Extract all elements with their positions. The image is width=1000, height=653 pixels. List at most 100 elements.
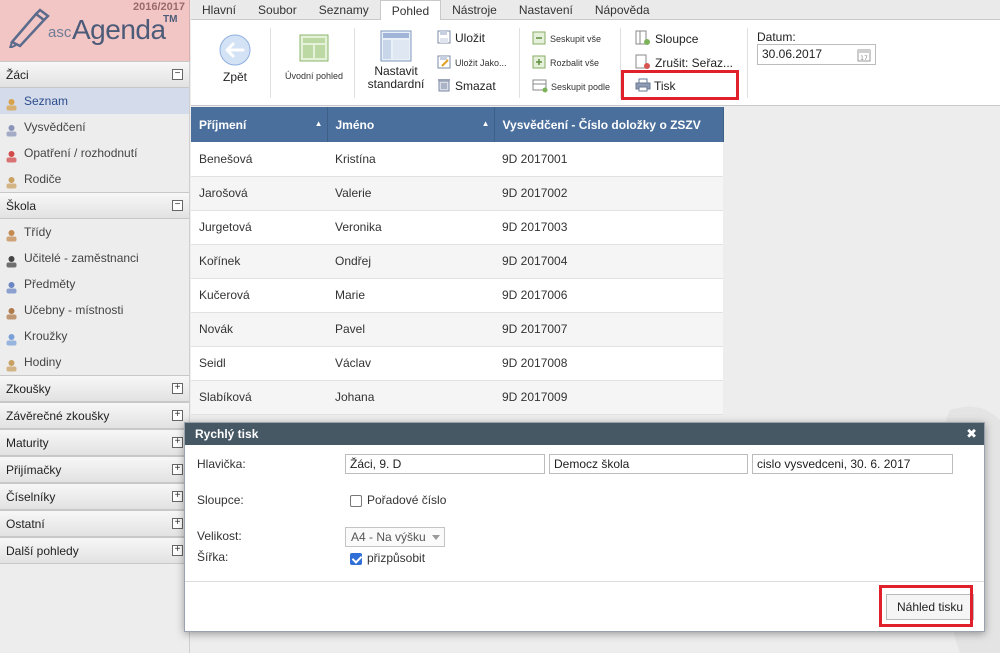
sidebar-item[interactable]: Opatření / rozhodnutí — [0, 140, 189, 166]
column-header-certificate[interactable]: Vysvědčení - Číslo doložky o ZSZV — [494, 107, 724, 142]
sidebar-item[interactable]: Učitelé - zaměstnanci — [0, 245, 189, 271]
table-cell: Pavel — [327, 312, 494, 347]
table-cell: 9D 2017003 — [494, 210, 723, 245]
chevron-down-icon — [432, 535, 440, 540]
expand-icon[interactable]: + — [172, 383, 183, 394]
expand-all-button[interactable]: Rozbalit vše — [532, 55, 599, 71]
column-header-surname[interactable]: Příjmení ▲ — [191, 107, 328, 142]
sidebar-section-3[interactable]: Závěrečné zkoušky + — [0, 402, 189, 429]
table-cell: Seidl — [191, 346, 327, 381]
sidebar-item[interactable]: Vysvědčení — [0, 114, 189, 140]
sidebar-section-1[interactable]: Škola − — [0, 192, 189, 219]
dialog-divider — [185, 581, 984, 582]
expand-icon[interactable]: + — [172, 437, 183, 448]
save-button[interactable]: Uložit — [437, 30, 485, 48]
sidebar-section-title: Další pohledy — [6, 544, 79, 558]
sort-asc-icon[interactable]: ▲ — [315, 119, 323, 128]
sidebar-section-8[interactable]: Další pohledy + — [0, 537, 189, 564]
menu-item-3[interactable]: Pohled — [379, 0, 442, 21]
sidebar-section-title: Závěrečné zkoušky — [6, 409, 110, 423]
calendar-icon[interactable]: 17 — [857, 48, 871, 62]
sidebar-item[interactable]: Hodiny — [0, 349, 189, 375]
sidebar-section-0[interactable]: Žáci − — [0, 61, 189, 88]
table-cell: Johana — [327, 380, 494, 415]
expand-icon[interactable]: + — [172, 491, 183, 502]
menu-item-4[interactable]: Nástroje — [441, 0, 508, 20]
sidebar-item-label: Předměty — [24, 277, 76, 291]
collapse-all-button[interactable]: Seskupit vše — [532, 31, 601, 47]
header-field-1[interactable]: Žáci, 9. D — [345, 454, 545, 474]
table-cell: Novák — [191, 312, 327, 347]
header-field-2[interactable]: Democz škola — [549, 454, 748, 474]
date-field[interactable]: 30.06.2017 17 — [757, 44, 876, 65]
close-icon[interactable]: ✖ — [966, 423, 977, 445]
column-header-firstname[interactable]: Jméno ▲ — [327, 107, 495, 142]
table-row[interactable]: Kučerová Marie 9D 2017006 — [191, 278, 723, 313]
table-cell: 9D 2017004 — [494, 244, 723, 279]
sidebar-section-5[interactable]: Přijímačky + — [0, 456, 189, 483]
table-row[interactable]: Kořínek Ondřej 9D 2017004 — [191, 244, 723, 279]
menu-item-1[interactable]: Soubor — [247, 0, 308, 20]
collapse-icon[interactable]: − — [172, 69, 183, 80]
sidebar-item[interactable]: Předměty — [0, 271, 189, 297]
sidebar-item[interactable]: Třídy — [0, 219, 189, 245]
sidebar-item[interactable]: Kroužky — [0, 323, 189, 349]
sidebar-section-6[interactable]: Číselníky + — [0, 483, 189, 510]
expand-icon[interactable]: + — [172, 545, 183, 556]
sidebar-section-7[interactable]: Ostatní + — [0, 510, 189, 537]
sidebar-item[interactable]: Rodiče — [0, 166, 189, 192]
page-size-select[interactable]: A4 - Na výšku — [345, 527, 445, 547]
sidebar-item[interactable]: Seznam — [0, 88, 189, 114]
arrow-left-icon — [219, 34, 251, 66]
save-as-button[interactable]: Uložit Jako... — [437, 55, 507, 73]
menu-item-6[interactable]: Nápověda — [584, 0, 661, 20]
collapse-icon[interactable]: − — [172, 200, 183, 211]
menu-item-5[interactable]: Nastavení — [508, 0, 584, 20]
table-row[interactable]: Jarošová Valerie 9D 2017002 — [191, 176, 723, 211]
home-view-button[interactable]: Úvodní pohled — [279, 34, 349, 82]
sidebar-section-title: Ostatní — [6, 517, 45, 531]
brand-agenda: Agenda — [72, 14, 166, 45]
back-button[interactable]: Zpět — [211, 30, 259, 92]
table-cell: Jurgetová — [191, 210, 327, 245]
home-view-label: Úvodní pohled — [284, 71, 344, 81]
order-number-checkbox[interactable] — [350, 495, 362, 507]
brand-tm: TM — [163, 14, 178, 25]
table-header-row: Příjmení ▲ Jméno ▲ Vysvědčení - Číslo dolo… — [191, 107, 724, 142]
sidebar-item[interactable]: Učebny - místnosti — [0, 297, 189, 323]
save-as-icon — [437, 55, 451, 69]
sort-asc-icon[interactable]: ▲ — [482, 119, 490, 128]
expand-icon[interactable]: + — [172, 518, 183, 529]
sidebar-section-4[interactable]: Maturity + — [0, 429, 189, 456]
table-row[interactable]: Seidl Václav 9D 2017008 — [191, 346, 723, 381]
menu-item-2[interactable]: Seznamy — [308, 0, 380, 20]
header-field-3[interactable]: cislo vysvedceni, 30. 6. 2017 — [752, 454, 953, 474]
set-default-button[interactable]: Nastavit standardní — [363, 30, 429, 91]
quick-print-dialog: Rychlý tisk ✖ Hlavička: Žáci, 9. D Democ… — [184, 422, 985, 632]
delete-label: Smazat — [455, 79, 496, 93]
expand-icon[interactable]: + — [172, 464, 183, 475]
group-by-label: Seskupit podle — [551, 82, 611, 92]
columns-icon — [635, 30, 650, 45]
table-cell: 9D 2017009 — [494, 380, 723, 415]
menu-item-0[interactable]: Hlavní — [191, 0, 247, 20]
table-row[interactable]: Benešová Kristína 9D 2017001 — [191, 142, 723, 177]
delete-button[interactable]: Smazat — [437, 78, 496, 96]
fit-width-checkbox[interactable] — [350, 553, 362, 565]
expand-icon[interactable]: + — [172, 410, 183, 421]
table-row[interactable]: Novák Pavel 9D 2017007 — [191, 312, 723, 347]
table-cell: Kučerová — [191, 278, 327, 313]
size-label: Velikost: — [197, 529, 242, 543]
table-row[interactable]: Jurgetová Veronika 9D 2017003 — [191, 210, 723, 245]
date-value: 30.06.2017 — [762, 47, 823, 61]
columns-button[interactable]: Sloupce — [635, 30, 698, 48]
order-number-label: Pořadové číslo — [367, 493, 447, 507]
group-by-button[interactable]: Seskupit podle — [532, 79, 610, 95]
table-row[interactable]: Slabíková Johana 9D 2017009 — [191, 380, 723, 415]
sidebar-item-label: Seznam — [24, 94, 69, 108]
cancel-sort-label: Zrušit: Seřaz... — [655, 56, 734, 70]
print-highlight — [621, 70, 739, 100]
sidebar-section-2[interactable]: Zkoušky + — [0, 375, 189, 402]
sidebar-item-label: Vysvědčení — [24, 120, 86, 134]
menu-item-icon — [5, 277, 18, 294]
